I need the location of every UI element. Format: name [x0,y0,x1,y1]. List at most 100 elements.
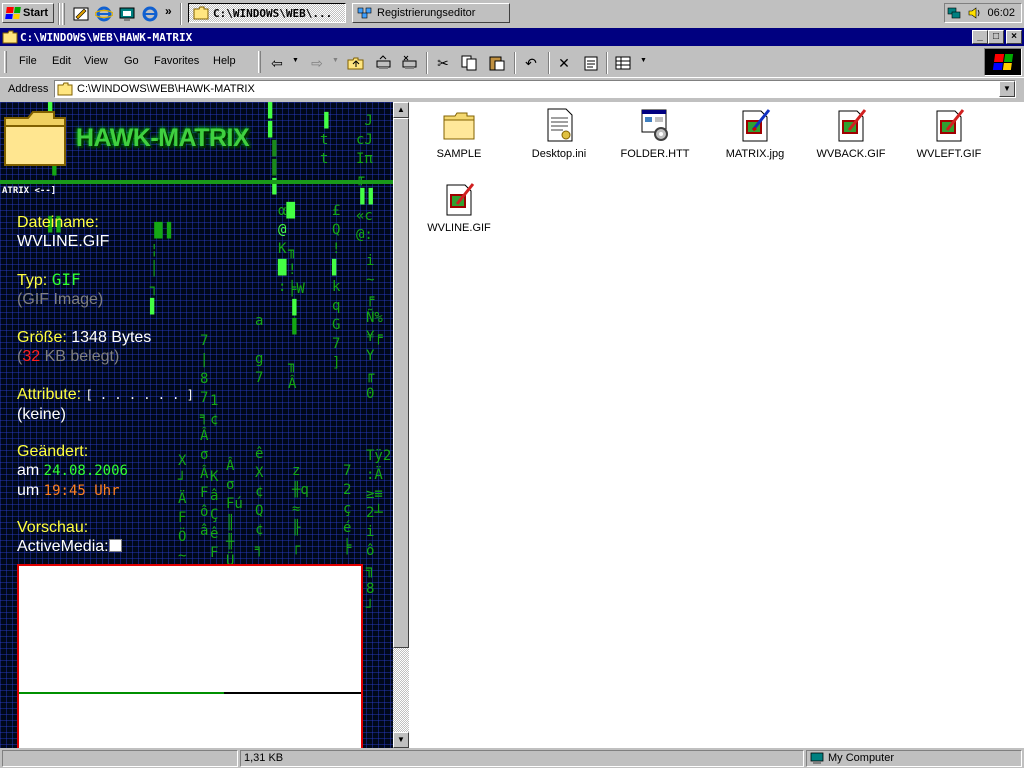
file-label: MATRIX.jpg [725,148,785,160]
matrix-rain: i ~ ╒ Ñ% ¥╒ Y ╓ 0 [366,253,383,402]
chevron-down-icon: ▼ [1003,84,1011,93]
file-item-sample[interactable]: SAMPLE [411,108,507,160]
matrix-rain: z ╫q ≈ ╟ ┌ [292,463,309,555]
regedit-icon [357,7,372,19]
volume-icon[interactable] [967,6,981,20]
quicklaunch-overflow[interactable]: » [165,4,172,18]
back-icon: ⇦ [271,54,283,71]
file-item-folder-htt[interactable]: FOLDER.HTT [607,108,703,160]
chevron-up-icon: ▲ [397,105,405,114]
file-item-matrix-jpg[interactable]: MATRIX.jpg [707,108,803,160]
file-label: WVLEFT.GIF [916,148,982,160]
file-list-view[interactable]: SAMPLE Desktop.ini FOLDER.HTT MATRIX.jpg… [409,102,1024,748]
maximize-button[interactable]: □ [988,30,1004,44]
menu-edit[interactable]: Edit [52,55,71,67]
cut-button[interactable]: ✂ [432,53,454,73]
menu-file[interactable]: File [19,55,37,67]
task-registry-editor[interactable]: Registrierungseditor [352,3,510,23]
address-bar: Address C:\WINDOWS\WEB\HAWK-MATRIX ▼ [0,77,1024,101]
start-label: Start [23,7,49,19]
address-label: Address [8,83,49,95]
status-pane-size: 1,31 KB [240,750,804,767]
scroll-up-button[interactable]: ▲ [393,102,409,118]
toolbar-separator [606,52,608,74]
delete-button[interactable]: ✕ [553,53,575,73]
system-tray: 06:02 [944,3,1022,23]
map-drive-icon [376,55,391,69]
window-titlebar[interactable]: C:\WINDOWS\WEB\HAWK-MATRIX [0,28,1024,46]
minimize-button[interactable]: _ [972,30,988,44]
menu-help[interactable]: Help [213,55,236,67]
matrix-rain: a g 7 ê X ¢ Q ¢ ╕ ╕ f [255,313,264,595]
preview-block: Vorschau: ActiveMedia: [17,518,122,556]
start-button[interactable]: Start [2,3,54,23]
file-item-wvline-gif[interactable]: WVLINE.GIF [411,182,507,234]
type-label: Typ: [17,272,48,289]
undo-button[interactable]: ↶ [520,53,542,73]
up-button[interactable] [345,53,367,73]
back-dropdown-icon[interactable]: ▼ [292,57,299,64]
file-item-desktop-ini[interactable]: Desktop.ini [511,108,607,160]
undo-icon: ↶ [525,54,537,71]
scrolling-ticker: ATRIX <--] [2,186,57,196]
activemedia-checkbox[interactable] [108,539,122,552]
forward-button[interactable]: ⇨ [306,53,328,73]
properties-button[interactable] [580,53,602,73]
clock[interactable]: 06:02 [987,7,1015,19]
outlook-express-icon[interactable] [72,5,90,23]
file-label: WVBACK.GIF [816,148,886,160]
toolbar-separator [548,52,550,74]
status-location: My Computer [828,752,895,764]
band-grip[interactable] [4,51,7,73]
menu-toolbar-band: File Edit View Go Favorites Help ⇦ ▼ ⇨ ▼… [0,47,1024,77]
properties-icon [584,56,598,71]
toolbar-separator [426,52,428,74]
file-label: FOLDER.HTT [620,148,690,160]
address-input[interactable]: C:\WINDOWS\WEB\HAWK-MATRIX ▼ [54,80,1016,98]
ini-file-icon [547,108,573,142]
map-drive-button[interactable] [372,53,394,73]
windows-flag-icon [5,7,21,19]
taskbar-separator [58,3,60,25]
folder-icon [4,111,66,166]
disconnect-button[interactable] [398,53,420,73]
my-computer-icon [810,752,824,764]
band-grip[interactable] [258,51,261,73]
paste-button[interactable] [486,53,508,73]
menu-view[interactable]: View [84,55,108,67]
time-prefix: um [17,482,44,499]
image-file-icon [838,109,867,142]
views-button[interactable] [612,53,634,73]
close-button[interactable]: × [1006,30,1022,44]
scroll-down-button[interactable]: ▼ [393,732,409,748]
task-explorer-window[interactable]: C:\WINDOWS\WEB\... [188,3,346,23]
task-label: Registrierungseditor [377,7,476,19]
folder-icon [193,6,209,20]
panel-scrollbar[interactable]: ▲ ▼ [393,102,409,748]
address-dropdown-button[interactable]: ▼ [999,81,1015,97]
filename-label: Dateiname: [17,214,99,231]
file-item-wvback-gif[interactable]: WVBACK.GIF [803,108,899,160]
views-dropdown-icon[interactable]: ▼ [640,57,647,64]
internet-explorer-icon[interactable] [95,5,113,23]
attributes-label: Attribute: [17,386,82,403]
quicklaunch-grip[interactable] [62,3,65,25]
back-button[interactable]: ⇦ [266,53,288,73]
preview-line-image [19,692,361,694]
network-icon[interactable] [947,6,961,20]
channels-icon[interactable] [141,5,159,23]
views-icon [615,56,631,70]
task-label: C:\WINDOWS\WEB\... [213,6,333,20]
forward-dropdown-icon[interactable]: ▼ [332,57,339,64]
show-desktop-icon[interactable] [118,5,136,23]
file-item-wvleft-gif[interactable]: WVLEFT.GIF [901,108,997,160]
folder-icon[interactable] [2,30,18,44]
menu-go[interactable]: Go [124,55,139,67]
matrix-rain: ▐ t t [320,113,329,167]
status-pane-left [2,750,238,767]
menu-favorites[interactable]: Favorites [154,55,199,67]
copy-icon [461,55,477,71]
scroll-thumb[interactable] [393,118,409,648]
copy-button[interactable] [458,53,480,73]
filename-value: WVLINE.GIF [17,233,110,250]
